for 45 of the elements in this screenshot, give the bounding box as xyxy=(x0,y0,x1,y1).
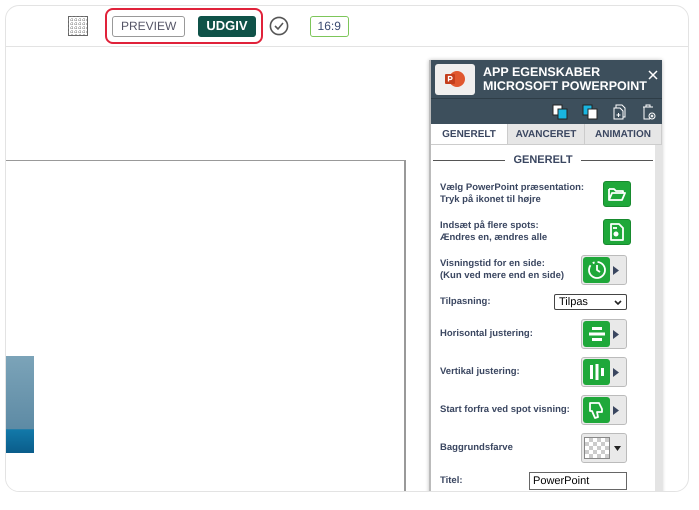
panel-title: APP EGENSKABER MICROSOFT POWERPOINT xyxy=(483,65,647,93)
field-label: Horisontal justering: xyxy=(440,328,533,340)
field-label: Tilpasning: xyxy=(440,296,490,308)
align-middle-icon xyxy=(588,363,604,381)
folder-icon xyxy=(608,186,626,202)
caret-icon xyxy=(613,330,619,338)
duplicate-icon[interactable] xyxy=(612,104,628,120)
chevron-icon xyxy=(614,300,622,304)
dropdown-button[interactable] xyxy=(581,319,627,349)
title-input[interactable]: PowerPoint xyxy=(529,472,627,490)
dropdown-button[interactable] xyxy=(581,255,627,285)
document-icon xyxy=(609,223,625,241)
icon-button[interactable] xyxy=(603,181,631,207)
field-label: Titel: xyxy=(440,475,463,487)
dropdown-button[interactable] xyxy=(581,357,627,387)
transparent-swatch xyxy=(584,437,610,459)
select-field[interactable]: Tilpas xyxy=(554,294,627,310)
caret-icon xyxy=(614,446,621,450)
thumbs-down-icon xyxy=(588,401,606,419)
grid-icon xyxy=(68,16,88,36)
check-circle-icon[interactable] xyxy=(268,16,289,36)
caret-icon xyxy=(613,406,619,414)
paste-icon[interactable] xyxy=(582,104,598,120)
panel-tab[interactable]: GENERELT xyxy=(431,124,508,144)
close-button[interactable] xyxy=(647,69,659,81)
powerpoint-logo-icon xyxy=(444,71,466,87)
section-heading: GENERELT xyxy=(513,152,573,168)
field-label: Start forfra ved spot visning: xyxy=(440,404,570,416)
field-label: Visningstid for en side: (Kun ved mere end en side) xyxy=(440,258,564,282)
icon-button[interactable] xyxy=(603,219,631,245)
field-label: Vertikal justering: xyxy=(440,366,520,378)
caret-icon xyxy=(613,266,619,274)
align-center-icon xyxy=(588,326,606,342)
dropdown-button[interactable] xyxy=(581,395,627,425)
close-icon xyxy=(648,70,658,80)
publish-button[interactable]: UDGIV xyxy=(198,16,256,36)
caret-icon xyxy=(613,368,619,376)
field-label: Vælg PowerPoint præsentation: Tryk på ikonet til højre xyxy=(440,182,584,206)
copy-icon[interactable] xyxy=(552,104,568,120)
field-label: Baggrundsfarve xyxy=(440,442,513,454)
color-picker[interactable] xyxy=(581,433,627,463)
preview-button[interactable]: PREVIEW xyxy=(112,16,186,36)
delete-icon[interactable] xyxy=(642,104,656,120)
aspect-ratio-badge[interactable]: 16:9 xyxy=(310,16,349,36)
field-label: Indsæt på flere spots: Ændres en, ændres alle xyxy=(440,220,548,244)
